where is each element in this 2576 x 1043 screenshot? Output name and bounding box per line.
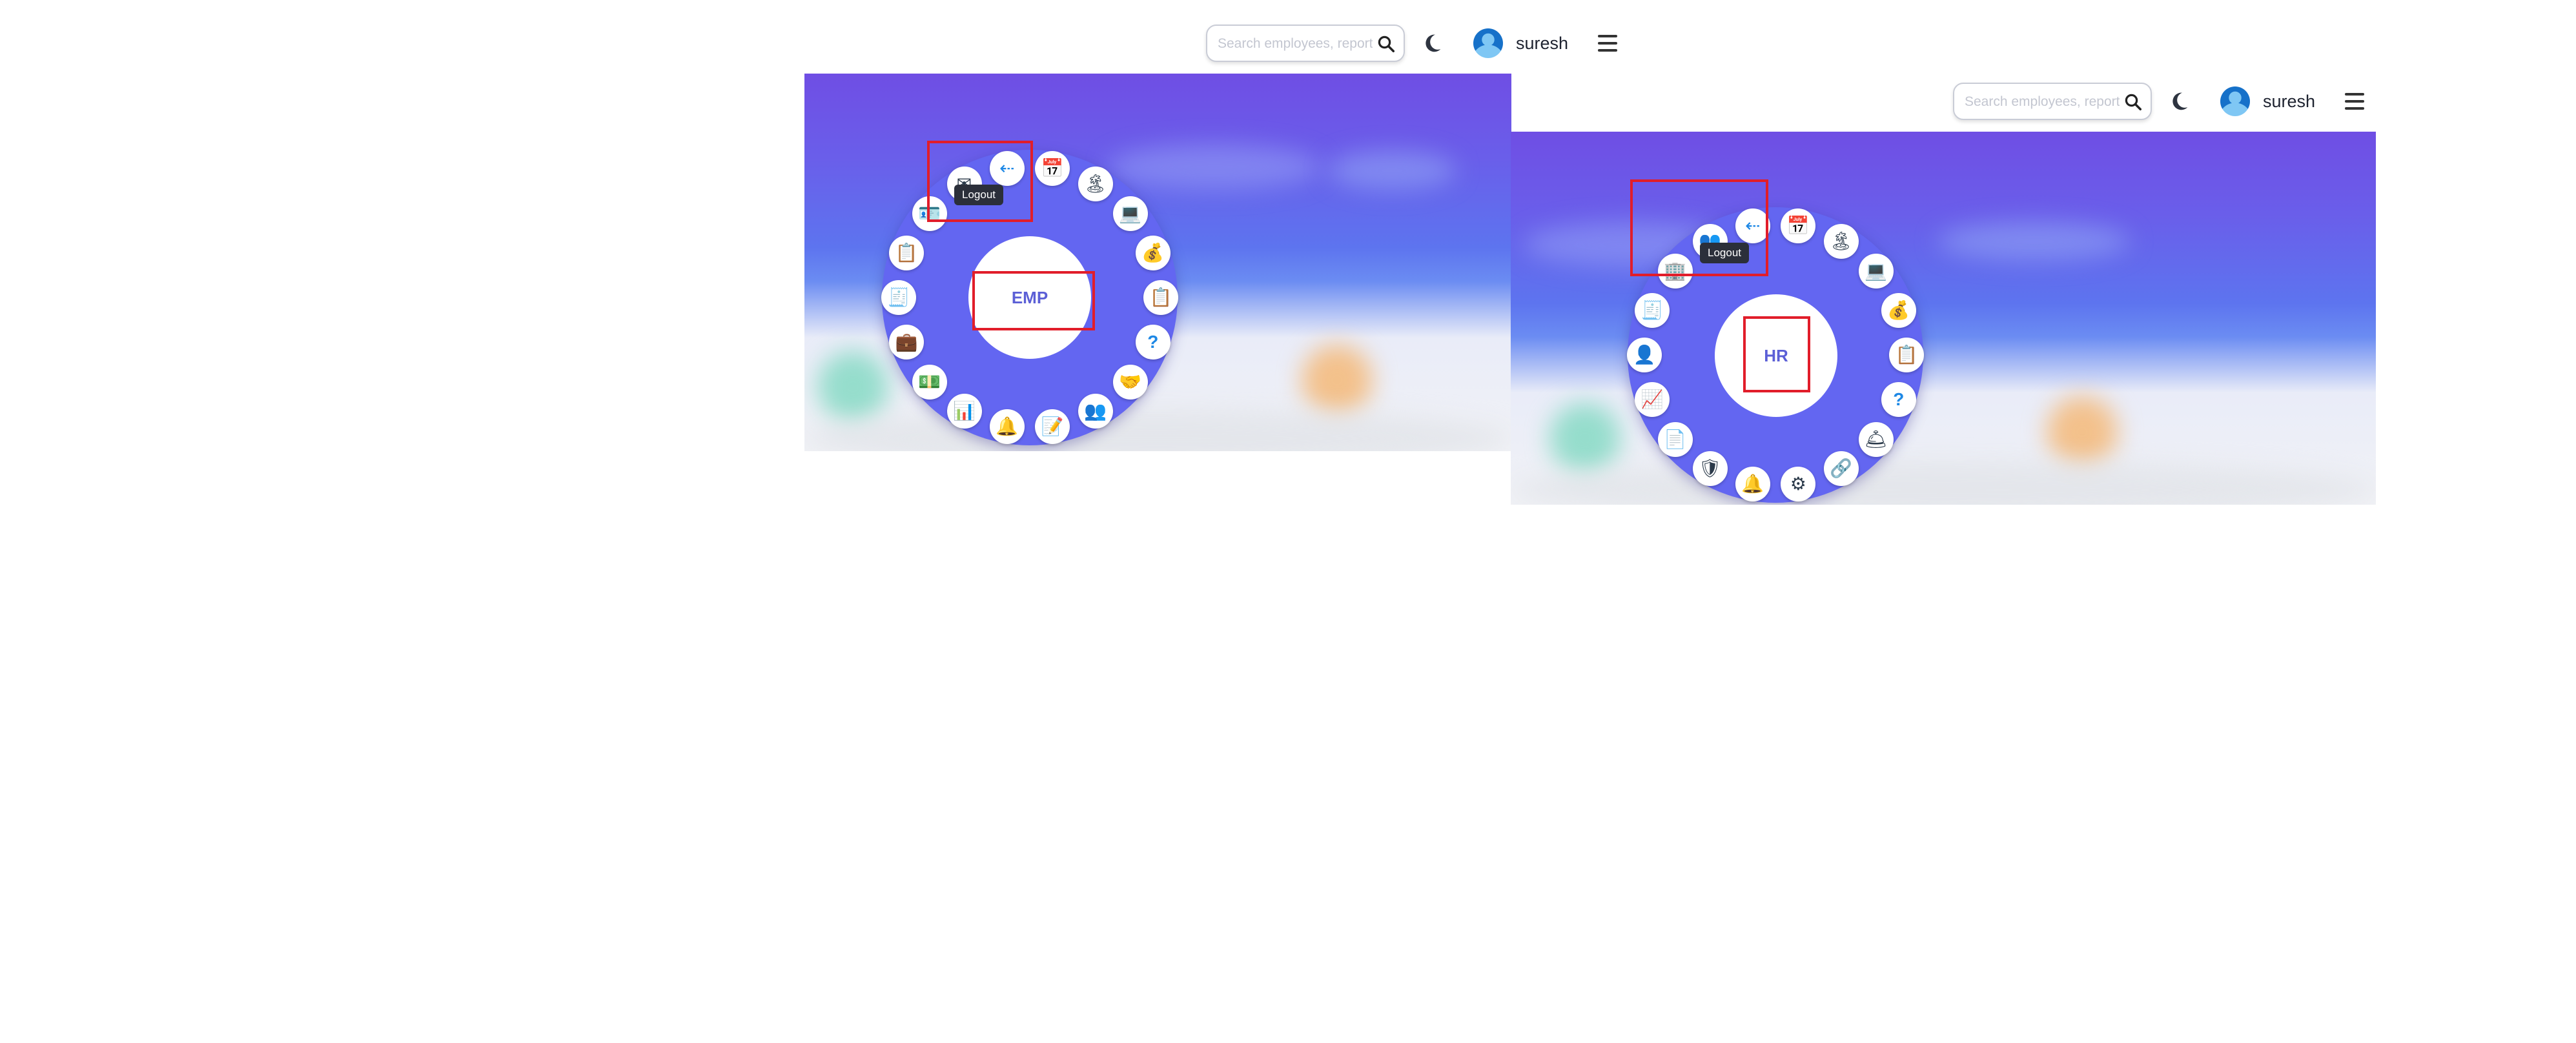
highlight-box-center (1743, 316, 1810, 392)
search-box (1953, 83, 2152, 120)
menu-item-file-icon[interactable]: 📄 (1657, 421, 1693, 457)
highlight-box-center (972, 271, 1095, 330)
hamburger-menu-icon[interactable] (2345, 93, 2365, 110)
blurred-card (1108, 145, 1321, 190)
menu-item-form-icon[interactable]: 🧾 (881, 280, 916, 315)
username-label[interactable]: suresh (2263, 92, 2315, 112)
menu-item-checklist-icon[interactable]: 📝 (1035, 409, 1070, 444)
menu-item-settings-icon[interactable]: ⚙ (1781, 466, 1816, 501)
search-icon[interactable] (1376, 34, 1396, 54)
top-header-bar: suresh (1206, 23, 1618, 63)
menu-item-bell-icon[interactable]: 🔔 (989, 409, 1025, 444)
moon-icon[interactable] (2166, 88, 2192, 114)
menu-item-help-icon[interactable]: ? (1135, 325, 1170, 360)
menu-item-document-icon[interactable]: 📋 (1889, 338, 1924, 372)
search-box (1206, 25, 1405, 62)
hamburger-menu-icon[interactable] (1598, 35, 1618, 52)
search-input[interactable] (1216, 26, 1374, 62)
blurred-card (1327, 151, 1457, 190)
menu-item-calendar-icon[interactable]: 📅 (1035, 151, 1070, 187)
menu-item-desk-icon[interactable]: 🛎 (1858, 421, 1894, 457)
menu-item-calendar-icon[interactable]: 📅 (1781, 208, 1816, 244)
menu-item-network-icon[interactable]: 🔗 (1823, 451, 1859, 486)
menu-item-team-icon[interactable]: 👥 (1078, 393, 1113, 429)
username-label[interactable]: suresh (1516, 34, 1568, 54)
blurred-card (1549, 403, 1620, 474)
menu-item-holiday-icon[interactable]: 🏝 (1823, 224, 1859, 259)
menu-item-onboarding-icon[interactable]: 🧾 (1635, 292, 1670, 328)
menu-item-bell-icon[interactable]: 🔔 (1735, 466, 1770, 501)
menu-item-add-user-icon[interactable]: 👤 (1627, 338, 1662, 372)
emp-radial-menu-panel: EMP ⇠ 📅 🏝 💻 💰 📋? 🤝 👥 📝 🔔 📊 💵 💼 🧾 📋 🪪 ✉ Logout (804, 74, 1511, 451)
search-input[interactable] (1963, 84, 2121, 120)
menu-item-document-icon[interactable]: 📋 (1143, 280, 1178, 315)
highlight-box-logout (1630, 179, 1768, 276)
search-icon[interactable] (2123, 92, 2143, 112)
menu-item-report-icon[interactable]: 📊 (946, 393, 982, 429)
blurred-card (817, 351, 888, 422)
moon-icon[interactable] (1419, 30, 1445, 56)
menu-item-money-bag-icon[interactable]: 💰 (1881, 292, 1916, 328)
avatar[interactable] (2220, 86, 2250, 116)
menu-item-payroll-icon[interactable]: 💵 (912, 364, 947, 400)
avatar[interactable] (1473, 28, 1503, 58)
blurred-card (1937, 222, 2131, 261)
menu-item-clipboard-icon[interactable]: 📋 (889, 235, 925, 270)
top-header-bar-secondary: suresh (1953, 81, 2365, 121)
menu-item-money-bag-icon[interactable]: 💰 (1135, 235, 1170, 270)
hr-radial-menu-panel: HR ⇠ 📅 🏝 💻 💰 📋? 🛎 🔗 ⚙ 🔔 🛡 📄 📈 👤 🧾 🏢 👥 Logout (1511, 132, 2376, 505)
menu-item-laptop-icon[interactable]: 💻 (1112, 196, 1148, 231)
blurred-card (1302, 345, 1373, 416)
menu-item-security-icon[interactable]: 🛡 (1692, 451, 1728, 486)
menu-item-handshake-icon[interactable]: 🤝 (1112, 364, 1148, 400)
highlight-box-logout (927, 141, 1033, 222)
menu-item-holiday-icon[interactable]: 🏝 (1078, 167, 1113, 202)
menu-item-laptop-icon[interactable]: 💻 (1858, 253, 1894, 289)
menu-item-help-icon[interactable]: ? (1881, 382, 1916, 418)
blurred-card (2047, 396, 2118, 467)
